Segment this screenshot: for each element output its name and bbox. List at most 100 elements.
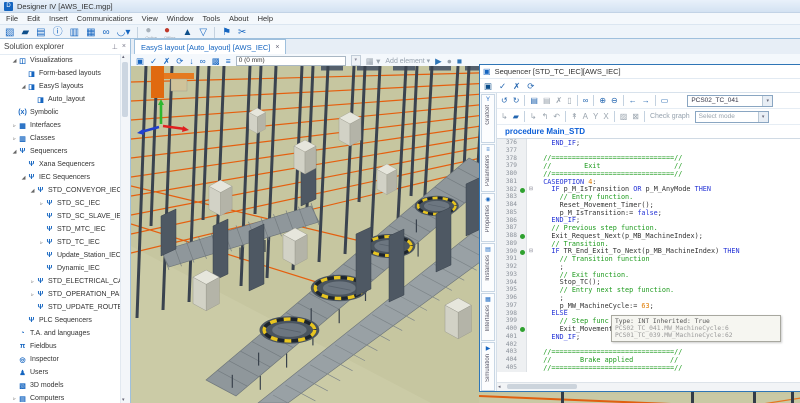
info-icon[interactable]: ⓘ xyxy=(53,28,63,38)
code-line[interactable]: 405 //==============================// xyxy=(497,364,800,372)
apply-check-icon[interactable]: ✓ xyxy=(150,56,157,66)
tree-item-visualizations[interactable]: ◢◫Visualizations xyxy=(0,54,121,67)
side-tab-interfaces[interactable]: ▦Interfaces xyxy=(481,293,495,342)
add-element-button[interactable]: Add element ▾ xyxy=(385,57,430,65)
prev-step-icon[interactable]: ← xyxy=(629,96,637,106)
tree-item-interfaces[interactable]: ▹▦Interfaces xyxy=(0,119,121,132)
pin-icon[interactable]: ⊥ xyxy=(112,43,118,51)
cancel-cross-icon[interactable]: ✗ xyxy=(163,56,170,66)
code-line[interactable]: 393 // Exit function. xyxy=(497,271,800,279)
menu-tools[interactable]: Tools xyxy=(202,14,220,23)
tree-item-std-electrical-cabi-[interactable]: ▹ΨSTD_ELECTRICAL_CABI... xyxy=(0,275,121,288)
lock-icon[interactable]: ▣ xyxy=(484,81,492,91)
tree-item-std-operation-pane-[interactable]: ▹ΨSTD_OPERATION_PANE... xyxy=(0,288,121,301)
deploy-flag-icon[interactable]: ⚑ xyxy=(222,28,231,38)
grid-dropdown-icon[interactable]: ▦ ▾ xyxy=(366,56,381,66)
tree-item-t-a-and-languages[interactable]: ◔T.A. and languages xyxy=(0,327,121,340)
code-line[interactable]: 378 //==============================// xyxy=(497,155,800,163)
align-a-icon[interactable]: A xyxy=(583,112,588,122)
play-button[interactable]: ▶ xyxy=(435,56,442,66)
tree-item-fieldbus[interactable]: πFieldbus xyxy=(0,340,121,353)
select-mode-combo[interactable]: Select mode▾ xyxy=(695,111,769,123)
next-step-icon[interactable]: → xyxy=(642,96,650,106)
code-line[interactable]: 391 // Transition function xyxy=(497,255,800,263)
scrollbar-thumb[interactable] xyxy=(122,62,128,117)
expander-icon[interactable]: ▹ xyxy=(29,279,36,285)
tree-item-sequencers[interactable]: ◢ΨSequencers xyxy=(0,145,121,158)
code-line[interactable]: 390⊟ IF TR_End_Exit_To_Next(p_MB_Machine… xyxy=(497,248,800,256)
expander-icon[interactable]: ◢ xyxy=(20,84,27,90)
tree-item-3d-models[interactable]: ▧3D models xyxy=(0,379,121,392)
code-line[interactable]: 383 // Entry function. xyxy=(497,193,800,201)
code-line[interactable]: 404 // Brake applied // xyxy=(497,356,800,364)
delete-icon[interactable]: ▯ xyxy=(567,96,571,106)
sequencer-target-combo[interactable]: PCS02_TC_041▾ xyxy=(687,95,773,107)
tree-item-std-conveyor-iec[interactable]: ◢ΨSTD_CONVEYOR_IEC xyxy=(0,184,121,197)
align-y-icon[interactable]: Y xyxy=(593,112,598,122)
tree-item-xana-sequencers[interactable]: ΨXana Sequencers xyxy=(0,158,121,171)
code-line[interactable]: 385 p_M_IsTransition:= false; xyxy=(497,209,800,217)
align-top-icon[interactable]: ↟ xyxy=(571,112,578,122)
tree-item-users[interactable]: ♟Users xyxy=(0,366,121,379)
paste-icon[interactable]: ▤ xyxy=(543,96,551,106)
check-graph-button[interactable]: Check graph xyxy=(650,113,690,120)
code-line[interactable]: 387 // Previous step function. xyxy=(497,224,800,232)
binoculars-search-icon[interactable]: ∞ xyxy=(583,96,589,106)
code-hscrollbar[interactable]: ◂ xyxy=(497,382,800,391)
code-line[interactable]: 376 END_IF; xyxy=(497,139,800,147)
open-project-icon[interactable]: ▰ xyxy=(21,28,29,38)
menu-file[interactable]: File xyxy=(6,14,18,23)
fold-icon[interactable]: ⊟ xyxy=(527,186,535,192)
step-add-icon[interactable]: ↳ xyxy=(501,112,508,122)
undo-icon[interactable]: ↺ xyxy=(501,96,508,106)
expander-icon[interactable]: ▹ xyxy=(11,136,18,142)
menu-window[interactable]: Window xyxy=(167,14,194,23)
expander-icon[interactable]: ◢ xyxy=(29,188,36,194)
tree-item-classes[interactable]: ▹▥Classes xyxy=(0,132,121,145)
expander-icon[interactable]: ▹ xyxy=(38,201,45,207)
revert-icon[interactable]: ↶ xyxy=(553,112,560,122)
expander-icon[interactable]: ▹ xyxy=(38,240,45,246)
expander-icon[interactable]: ◢ xyxy=(11,58,18,64)
tree-item-std-sc-slave-iec[interactable]: ΨSTD_SC_SLAVE_IEC xyxy=(0,210,121,223)
layers-icon[interactable]: ▩ xyxy=(212,56,220,66)
code-line[interactable]: 395 // Entry next step function. xyxy=(497,286,800,294)
panel-editor-icon[interactable]: ▥ xyxy=(70,28,79,38)
sidebar-scrollbar[interactable]: ▴ ▾ xyxy=(120,54,130,403)
code-line[interactable]: 397 p_MW_MachineCycle:= 63; xyxy=(497,302,800,310)
measure-dropdown-icon[interactable]: ▾ xyxy=(351,55,361,66)
tree-item-dynamic-iec[interactable]: ΨDynamic_IEC xyxy=(0,262,121,275)
code-line[interactable]: 379 // Exit // xyxy=(497,162,800,170)
tree-item-plc-sequencers[interactable]: ΨPLC Sequencers xyxy=(0,314,121,327)
chevron-down-icon[interactable]: ▾ xyxy=(762,96,772,106)
scroll-up-icon[interactable]: ▴ xyxy=(122,54,125,60)
fold-icon[interactable]: ⊟ xyxy=(527,248,535,254)
stop-button[interactable]: ■ xyxy=(457,56,462,66)
download-icon[interactable]: ↓ xyxy=(189,56,193,66)
tree-item-update-station-iec[interactable]: ΨUpdate_Station_IEC xyxy=(0,249,121,262)
tree-item-easys-layouts[interactable]: ◢◨EasyS layouts xyxy=(0,80,121,93)
side-tab-properties[interactable]: ◉Properties xyxy=(481,193,495,242)
grid-view-icon[interactable]: ▨ xyxy=(620,112,628,122)
step-in-icon[interactable]: ↳ xyxy=(530,112,537,122)
cut-tool-icon[interactable]: ✂ xyxy=(238,28,246,38)
link-icon[interactable]: ∞ xyxy=(200,56,206,66)
form-editor-icon[interactable]: ▤ xyxy=(36,28,45,38)
measure-input[interactable] xyxy=(236,56,346,66)
cut-icon[interactable]: ✗ xyxy=(556,96,563,106)
tree-item-form-based-layouts[interactable]: ◨Form-based layouts xyxy=(0,67,121,80)
tab-close-icon[interactable]: × xyxy=(275,44,279,51)
code-editor[interactable]: 376 END_IF;377378 //====================… xyxy=(497,139,800,391)
scroll-down-icon[interactable]: ▾ xyxy=(122,397,125,403)
tree-item-std-sc-iec[interactable]: ▹ΨSTD_SC_IEC xyxy=(0,197,121,210)
hscroll-thumb[interactable] xyxy=(507,384,577,389)
new-scene-icon[interactable]: ▧ xyxy=(5,28,14,38)
code-line[interactable]: 384 Reset_Movement_Timer(); xyxy=(497,201,800,209)
tree-item-computers[interactable]: ▹▤Computers xyxy=(0,392,121,403)
code-line[interactable]: 396 ; xyxy=(497,294,800,302)
scroll-left-icon[interactable]: ◂ xyxy=(498,384,501,390)
menu-edit[interactable]: Edit xyxy=(27,14,40,23)
redo-icon[interactable]: ↻ xyxy=(513,96,520,106)
side-tab-instances[interactable]: ▤Instances xyxy=(481,243,495,292)
expander-icon[interactable]: ◢ xyxy=(20,175,27,181)
